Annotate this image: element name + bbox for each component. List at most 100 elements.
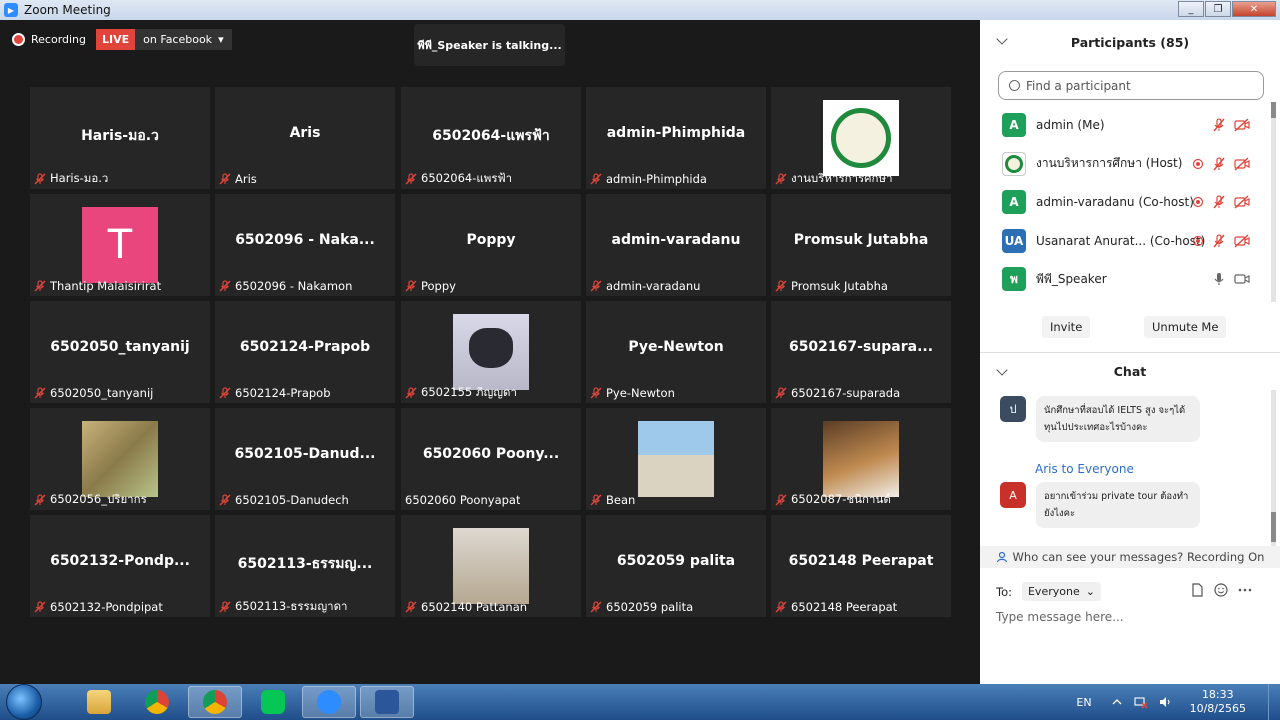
clock[interactable]: 18:33 10/8/2565: [1190, 688, 1246, 716]
participant-tile[interactable]: 6502167-supara... 6502167-suparada: [771, 301, 951, 403]
mic-icon[interactable]: [1212, 272, 1226, 286]
taskbar-explorer[interactable]: [72, 686, 126, 718]
participant-name: Thantip Malaisirirat: [50, 279, 162, 293]
participant-display-name: 6502050_tanyanij: [50, 339, 190, 355]
emoji-icon[interactable]: [1214, 583, 1228, 597]
participant-tile[interactable]: 6502140 Pattanan: [401, 515, 581, 617]
mic-muted-icon: [590, 601, 602, 613]
participant-tile[interactable]: 6502059 palita 6502059 palita: [586, 515, 766, 617]
start-button[interactable]: [6, 684, 42, 720]
maximize-button[interactable]: ❐: [1205, 1, 1231, 17]
camera-off-icon[interactable]: [1234, 118, 1250, 132]
minimize-button[interactable]: _: [1178, 1, 1204, 17]
network-icon[interactable]: [1134, 695, 1148, 709]
participant-tile[interactable]: งานบริหารการศึกษา: [771, 87, 951, 189]
camera-icon[interactable]: [1234, 272, 1250, 286]
participant-row[interactable]: Aadmin (Me): [980, 106, 1280, 145]
participant-name: 6502124-Prapob: [235, 386, 331, 400]
close-button[interactable]: ✕: [1232, 1, 1276, 17]
chat-scrollbar[interactable]: [1271, 390, 1276, 548]
participant-tile[interactable]: Promsuk Jutabha Promsuk Jutabha: [771, 194, 951, 296]
participant-tile[interactable]: 6502132-Pondp... 6502132-Pondpipat: [30, 515, 210, 617]
participant-tile[interactable]: 6502113-ธรรมญ... 6502113-ธรรมญาดา: [215, 515, 395, 617]
language-indicator[interactable]: EN: [1076, 696, 1091, 709]
invite-button[interactable]: Invite: [1042, 316, 1091, 338]
file-icon[interactable]: [1191, 583, 1204, 597]
mic-muted-icon: [405, 280, 417, 292]
participant-row[interactable]: UA Usanarat Anurat... (Co-host): [980, 222, 1280, 261]
participant-name: admin-Phimphida: [606, 172, 707, 186]
participant-tile[interactable]: 6502056_ปริยากร: [30, 408, 210, 510]
collapse-chevron-icon[interactable]: [996, 33, 1008, 45]
participant-name-label: admin-varadanu: [590, 278, 700, 294]
recording-dot-icon: [12, 32, 25, 46]
participant-tile[interactable]: 6502105-Danud... 6502105-Danudech: [215, 408, 395, 510]
participant-tile[interactable]: Poppy Poppy: [401, 194, 581, 296]
participant-display-name: 6502124-Prapob: [239, 339, 371, 355]
collapse-chevron-icon[interactable]: [996, 364, 1008, 376]
participant-name-label: Bean: [590, 492, 635, 508]
participant-tile[interactable]: Bean: [586, 408, 766, 510]
participant-tile[interactable]: 6502148 Peerapat 6502148 Peerapat: [771, 515, 951, 617]
message-visibility-notice[interactable]: Who can see your messages? Recording On: [980, 546, 1280, 568]
camera-off-icon[interactable]: [1234, 157, 1250, 171]
participant-row[interactable]: Aadmin-varadanu (Co-host): [980, 183, 1280, 222]
participant-name-label: 6502056_ปริยากร: [34, 492, 147, 508]
video-gallery: Recording LIVE on Facebook ▾ พีพี_Speake…: [0, 20, 980, 684]
taskbar-zoom[interactable]: [302, 686, 356, 718]
tray-arrow-icon[interactable]: [1112, 697, 1122, 707]
chevron-down-icon: ⌄: [1085, 585, 1095, 598]
participant-name-label: 6502140 Pattanan: [405, 599, 527, 615]
participant-tile[interactable]: 6502155 ภิญญดา: [401, 301, 581, 403]
taskbar-chrome-profile[interactable]: [188, 686, 242, 718]
more-icon[interactable]: [1238, 587, 1252, 593]
live-destination-button[interactable]: on Facebook ▾: [135, 28, 232, 50]
participant-name-label: Thantip Malaisirirat: [34, 278, 161, 294]
mic-muted-icon[interactable]: [1212, 234, 1226, 248]
participant-tile[interactable]: 6502050_tanyanij 6502050_tanyanij: [30, 301, 210, 403]
participant-tile[interactable]: admin-varadanu admin-varadanu: [586, 194, 766, 296]
volume-icon[interactable]: [1158, 695, 1172, 709]
taskbar-chrome[interactable]: [130, 686, 184, 718]
participant-tile[interactable]: admin-Phimphida admin-Phimphida: [586, 87, 766, 189]
participant-name-label: 6502148 Peerapat: [775, 599, 897, 615]
participant-name-label: 6502059 palita: [590, 599, 693, 615]
folder-icon: [87, 690, 111, 714]
participant-tile[interactable]: Aris Aris: [215, 87, 395, 189]
chat-message-text: นักศึกษาที่สอบได้ IELTS สูง จะๆได้ทุนไปป…: [1036, 396, 1200, 443]
participant-tile[interactable]: T Thantip Malaisirirat: [30, 194, 210, 296]
mic-muted-icon[interactable]: [1212, 157, 1226, 171]
participant-list-name: พีพี_Speaker: [1036, 271, 1107, 286]
participant-tile[interactable]: 6502064-แพรฟ้า 6502064-แพรฟ้า: [401, 87, 581, 189]
recipient-select[interactable]: Everyone ⌄: [1021, 582, 1101, 601]
participants-title: Participants (85): [1070, 34, 1190, 50]
participant-tile[interactable]: Haris-มอ.ว Haris-มอ.ว: [30, 87, 210, 189]
participant-scrollbar[interactable]: [1271, 102, 1276, 302]
chat-message[interactable]: A อยากเข้าร่วม private tour ต้องทำยังไงคะ: [1000, 482, 1280, 530]
chat-avatar: A: [1000, 482, 1026, 508]
participant-tile[interactable]: 6502087-ชนิกานต์: [771, 408, 951, 510]
mic-muted-icon[interactable]: [1212, 118, 1226, 132]
camera-off-icon[interactable]: [1234, 234, 1250, 248]
participant-tile[interactable]: Pye-Newton Pye-Newton: [586, 301, 766, 403]
participant-row[interactable]: พ พีพี_Speaker: [980, 260, 1280, 299]
participant-name: Poppy: [421, 279, 456, 293]
participant-search-input[interactable]: Find a participant: [998, 71, 1264, 100]
mic-muted-icon[interactable]: [1212, 195, 1226, 209]
taskbar-line[interactable]: [246, 686, 300, 718]
mic-muted-icon: [34, 173, 46, 185]
show-desktop-button[interactable]: [1268, 684, 1280, 720]
search-placeholder: Find a participant: [1026, 78, 1131, 93]
camera-off-icon[interactable]: [1234, 195, 1250, 209]
participant-tile[interactable]: 6502060 Poony... 6502060 Poonyapat: [401, 408, 581, 510]
chat-message[interactable]: ป นักศึกษาที่สอบได้ IELTS สูง จะๆได้ทุนไป…: [1000, 396, 1280, 444]
participant-name-label: 6502124-Prapob: [219, 385, 331, 401]
taskbar-word[interactable]: [360, 686, 414, 718]
unmute-me-button[interactable]: Unmute Me: [1144, 316, 1227, 338]
participant-tile[interactable]: 6502124-Prapob 6502124-Prapob: [215, 301, 395, 403]
participant-name-label: Aris: [219, 171, 257, 187]
participant-row[interactable]: งานบริหารการศึกษา (Host): [980, 145, 1280, 184]
chat-message-input[interactable]: Type message here...: [996, 610, 1124, 624]
participant-tile[interactable]: 6502096 - Naka... 6502096 - Nakamon: [215, 194, 395, 296]
participant-name: Promsuk Jutabha: [791, 279, 888, 293]
